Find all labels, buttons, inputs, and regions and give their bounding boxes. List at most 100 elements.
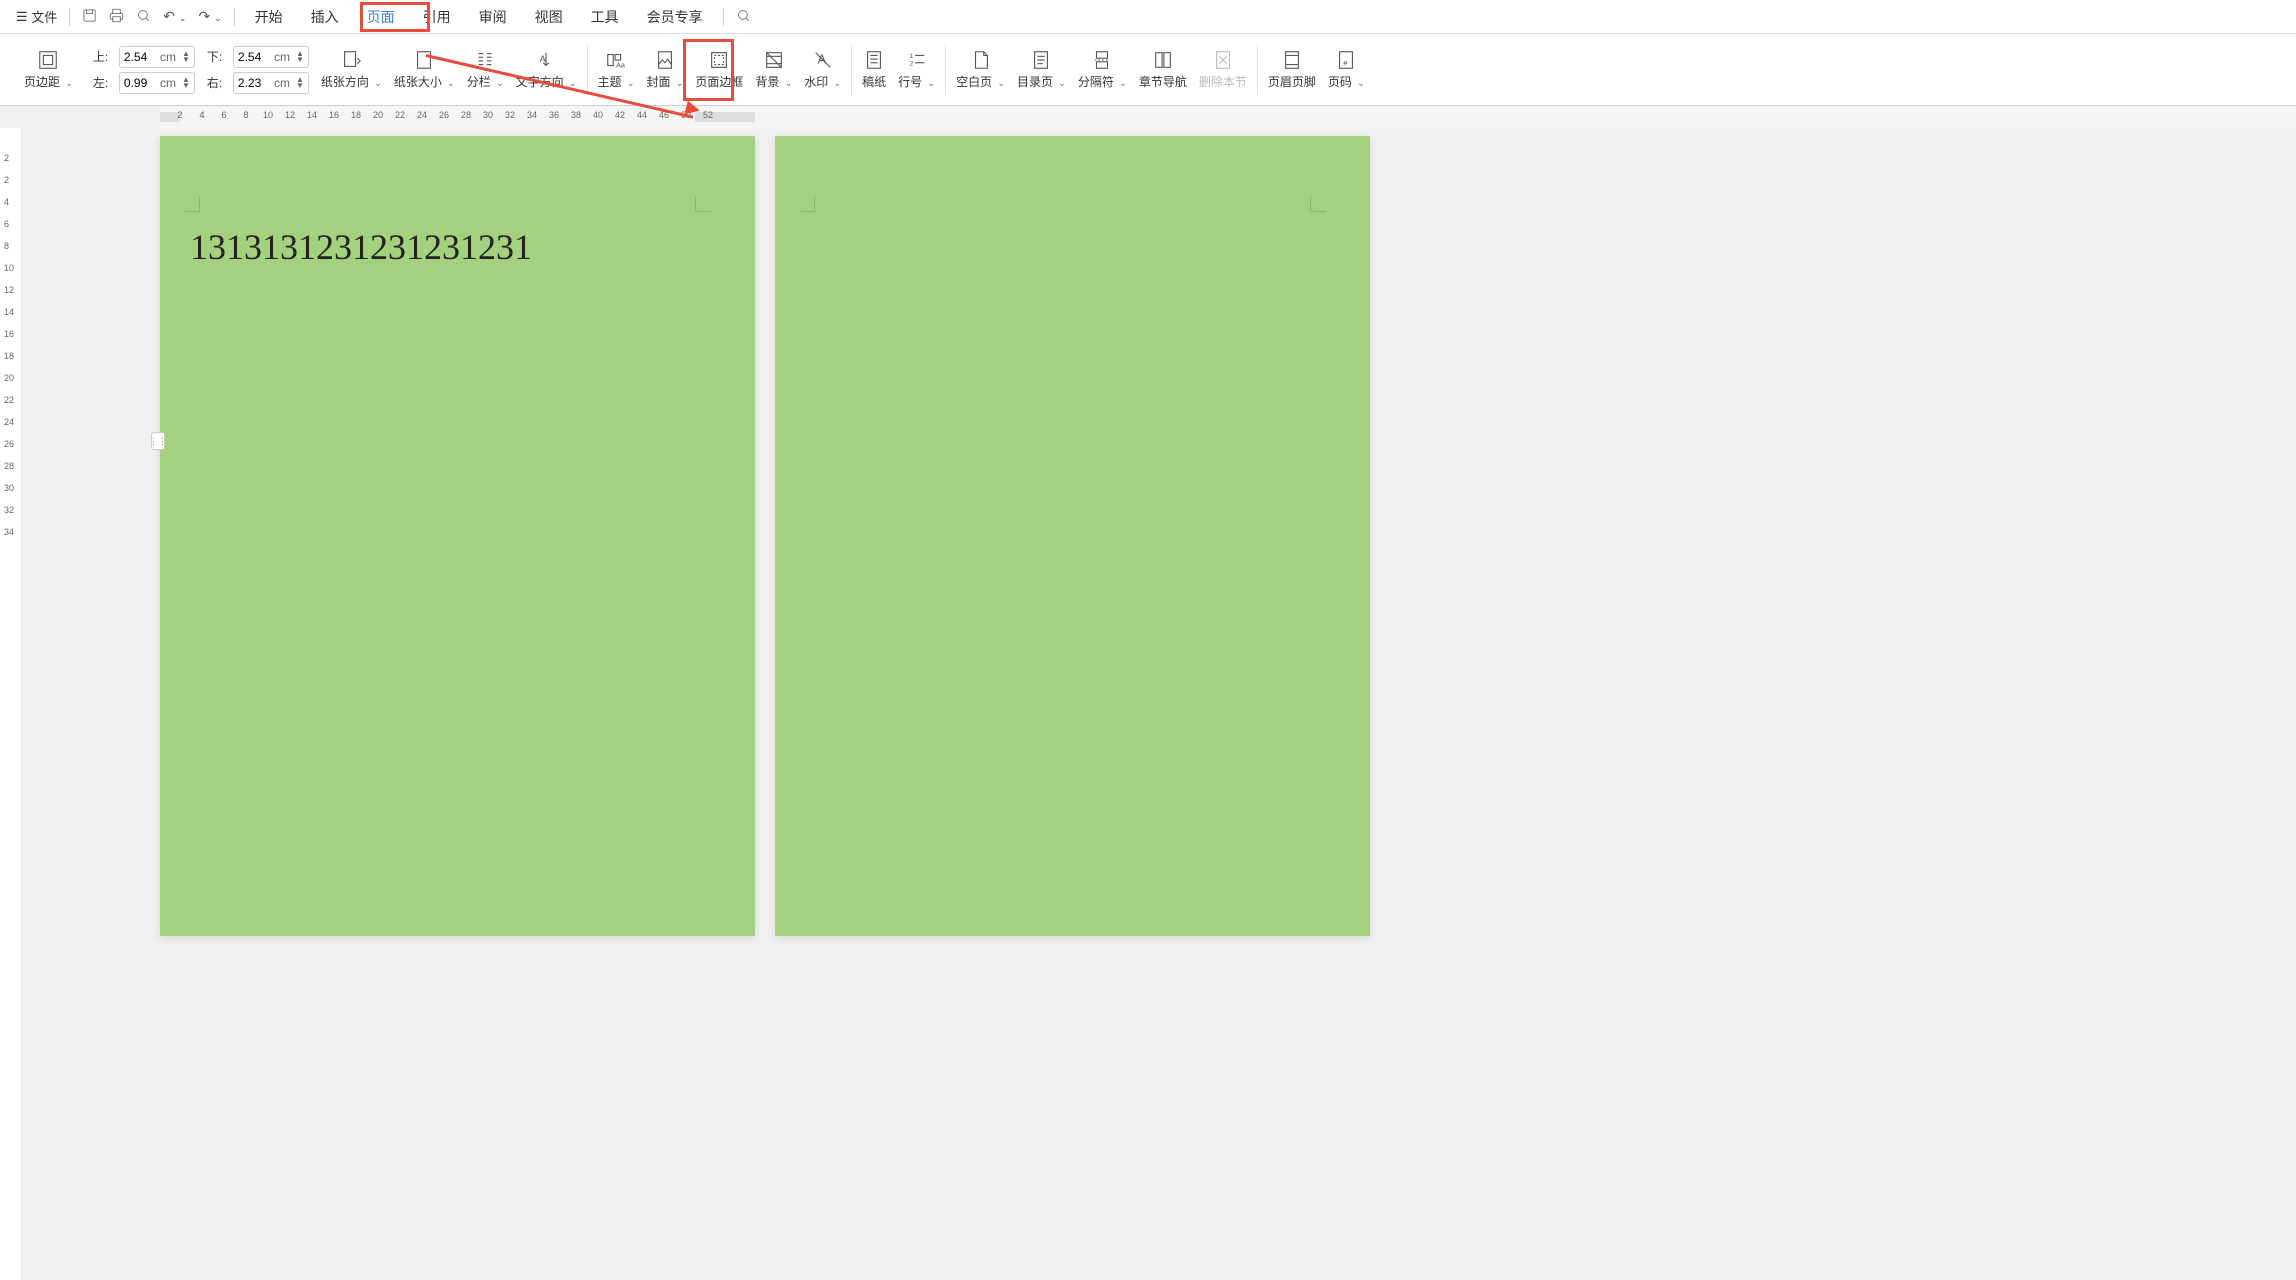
paper-size-button[interactable]: 纸张大小 ⌄	[388, 45, 461, 94]
spinner-icon[interactable]: ▲▼	[182, 77, 190, 89]
highlight-box-background	[683, 39, 734, 101]
margins-group: 页边距 ⌄	[10, 34, 87, 105]
top-menu-bar: ☰ 文件 ↶ ⌄ ↷ ⌄ 开始 插入 页面 引用 审阅 视图 工具 会员专享	[0, 0, 2296, 34]
highlight-box-page-tab	[360, 2, 430, 32]
header-footer-button[interactable]: 页眉页脚	[1262, 45, 1322, 94]
tab-insert[interactable]: 插入	[297, 1, 353, 33]
page-number-label: 页码	[1328, 75, 1352, 89]
search-icon[interactable]	[730, 4, 757, 30]
margin-corner-icon	[799, 196, 815, 212]
spinner-icon[interactable]: ▲▼	[182, 51, 190, 63]
margin-left-label: 左:	[93, 74, 113, 91]
document-page-1[interactable]: 1313131231231231231 ⋮⋮	[160, 136, 755, 936]
toc-page-button[interactable]: 目录页 ⌄	[1011, 45, 1072, 94]
margin-top-input[interactable]: 2.54 cm ▲▼	[119, 46, 195, 68]
theme-label: 主题	[598, 75, 622, 89]
margin-inputs-2: 下: 2.54 cm ▲▼ 右: 2.23 cm ▲▼	[201, 46, 315, 94]
orientation-label: 纸张方向	[321, 75, 369, 89]
spinner-icon[interactable]: ▲▼	[296, 77, 304, 89]
chevron-down-icon: ⌄	[447, 78, 455, 88]
cover-label: 封面	[646, 75, 670, 89]
watermark-label: 水印	[804, 75, 828, 89]
line-number-label: 行号	[898, 75, 922, 89]
hamburger-icon: ☰	[16, 9, 28, 25]
background-button[interactable]: 背景 ⌄	[749, 45, 798, 94]
save-icon[interactable]	[76, 4, 103, 30]
tab-tools[interactable]: 工具	[577, 1, 633, 33]
svg-text:1: 1	[909, 53, 913, 60]
header-footer-label: 页眉页脚	[1268, 73, 1316, 90]
chevron-down-icon: ⌄	[627, 78, 635, 88]
section-nav-label: 章节导航	[1139, 73, 1187, 90]
margin-bottom-input[interactable]: 2.54 cm ▲▼	[233, 46, 309, 68]
writing-paper-button[interactable]: 稿纸	[856, 45, 892, 94]
svg-text:#: #	[1344, 59, 1349, 68]
redo-icon[interactable]: ↷ ⌄	[192, 4, 227, 29]
page-number-button[interactable]: # 页码 ⌄	[1322, 45, 1371, 94]
cover-button[interactable]: 封面 ⌄	[640, 45, 689, 94]
page-margins-button[interactable]: 页边距 ⌄	[18, 45, 79, 94]
watermark-button[interactable]: A 水印 ⌄	[798, 45, 847, 94]
print-icon[interactable]	[103, 4, 130, 30]
toc-page-label: 目录页	[1017, 75, 1053, 89]
chevron-down-icon: ⌄	[928, 78, 936, 88]
blank-page-label: 空白页	[956, 75, 992, 89]
delete-section-label: 删除本节	[1199, 73, 1247, 90]
svg-text:Aa: Aa	[616, 60, 626, 69]
drag-handle-icon[interactable]: ⋮⋮	[151, 432, 165, 450]
delete-section-button: 删除本节	[1193, 45, 1253, 94]
hamburger-menu-button[interactable]: ☰ 文件	[10, 3, 63, 30]
chevron-down-icon: ⌄	[1119, 78, 1127, 88]
orientation-button[interactable]: 纸张方向 ⌄	[315, 45, 388, 94]
document-workspace: 2468101214161820222426283032343638404244…	[0, 106, 2296, 1280]
margin-top-label: 上:	[93, 48, 113, 65]
margin-left-input[interactable]: 0.99 cm ▲▼	[119, 72, 195, 94]
separator	[234, 8, 235, 26]
vertical-ruler[interactable]: 2246810121416182022242628303234	[0, 128, 22, 1280]
separator	[1257, 45, 1258, 95]
margin-corner-icon	[184, 196, 200, 212]
separator	[945, 45, 946, 95]
paper-size-label: 纸张大小	[394, 75, 442, 89]
separator	[587, 45, 588, 95]
line-number-button[interactable]: 12 行号 ⌄	[892, 45, 941, 94]
document-page-2[interactable]	[775, 136, 1370, 936]
file-menu-label: 文件	[31, 7, 57, 26]
separator	[723, 8, 724, 26]
margin-right-label: 右:	[207, 74, 227, 91]
ribbon-toolbar: 页边距 ⌄ 上: 2.54 cm ▲▼ 左: 0.99 cm ▲▼ 下: 2.5…	[0, 34, 2296, 106]
tab-start[interactable]: 开始	[241, 1, 297, 33]
document-text[interactable]: 1313131231231231231	[190, 226, 532, 268]
margin-inputs: 上: 2.54 cm ▲▼ 左: 0.99 cm ▲▼	[87, 46, 201, 94]
columns-label: 分栏	[467, 75, 491, 89]
chevron-down-icon: ⌄	[65, 78, 73, 88]
margin-bottom-label: 下:	[207, 48, 227, 65]
margin-corner-icon	[1310, 196, 1326, 212]
svg-text:2: 2	[909, 61, 913, 68]
separator-button[interactable]: 分隔符 ⌄	[1072, 45, 1133, 94]
page-area: 1313131231231231231 ⋮⋮	[160, 136, 1370, 936]
blank-page-button[interactable]: 空白页 ⌄	[950, 45, 1011, 94]
theme-button[interactable]: Aa 主题 ⌄	[592, 45, 641, 94]
separator-label: 分隔符	[1078, 75, 1114, 89]
tab-member[interactable]: 会员专享	[633, 1, 717, 33]
spinner-icon[interactable]: ▲▼	[296, 51, 304, 63]
margin-corner-icon	[695, 196, 711, 212]
chevron-down-icon: ⌄	[496, 78, 504, 88]
horizontal-ruler[interactable]: 2468101214161820222426283032343638404244…	[160, 106, 2296, 128]
chevron-down-icon: ⌄	[785, 78, 793, 88]
page-margins-label: 页边距	[24, 75, 60, 89]
background-label: 背景	[755, 75, 779, 89]
separator	[69, 8, 70, 26]
chevron-down-icon: ⌄	[1357, 78, 1365, 88]
chevron-down-icon: ⌄	[834, 78, 842, 88]
tab-review[interactable]: 审阅	[465, 1, 521, 33]
writing-paper-label: 稿纸	[862, 73, 886, 90]
margin-right-input[interactable]: 2.23 cm ▲▼	[233, 72, 309, 94]
separator	[851, 45, 852, 95]
section-nav-button[interactable]: 章节导航	[1133, 45, 1193, 94]
undo-icon[interactable]: ↶ ⌄	[157, 4, 192, 29]
preview-icon[interactable]	[130, 4, 157, 30]
tab-view[interactable]: 视图	[521, 1, 577, 33]
chevron-down-icon: ⌄	[997, 78, 1005, 88]
